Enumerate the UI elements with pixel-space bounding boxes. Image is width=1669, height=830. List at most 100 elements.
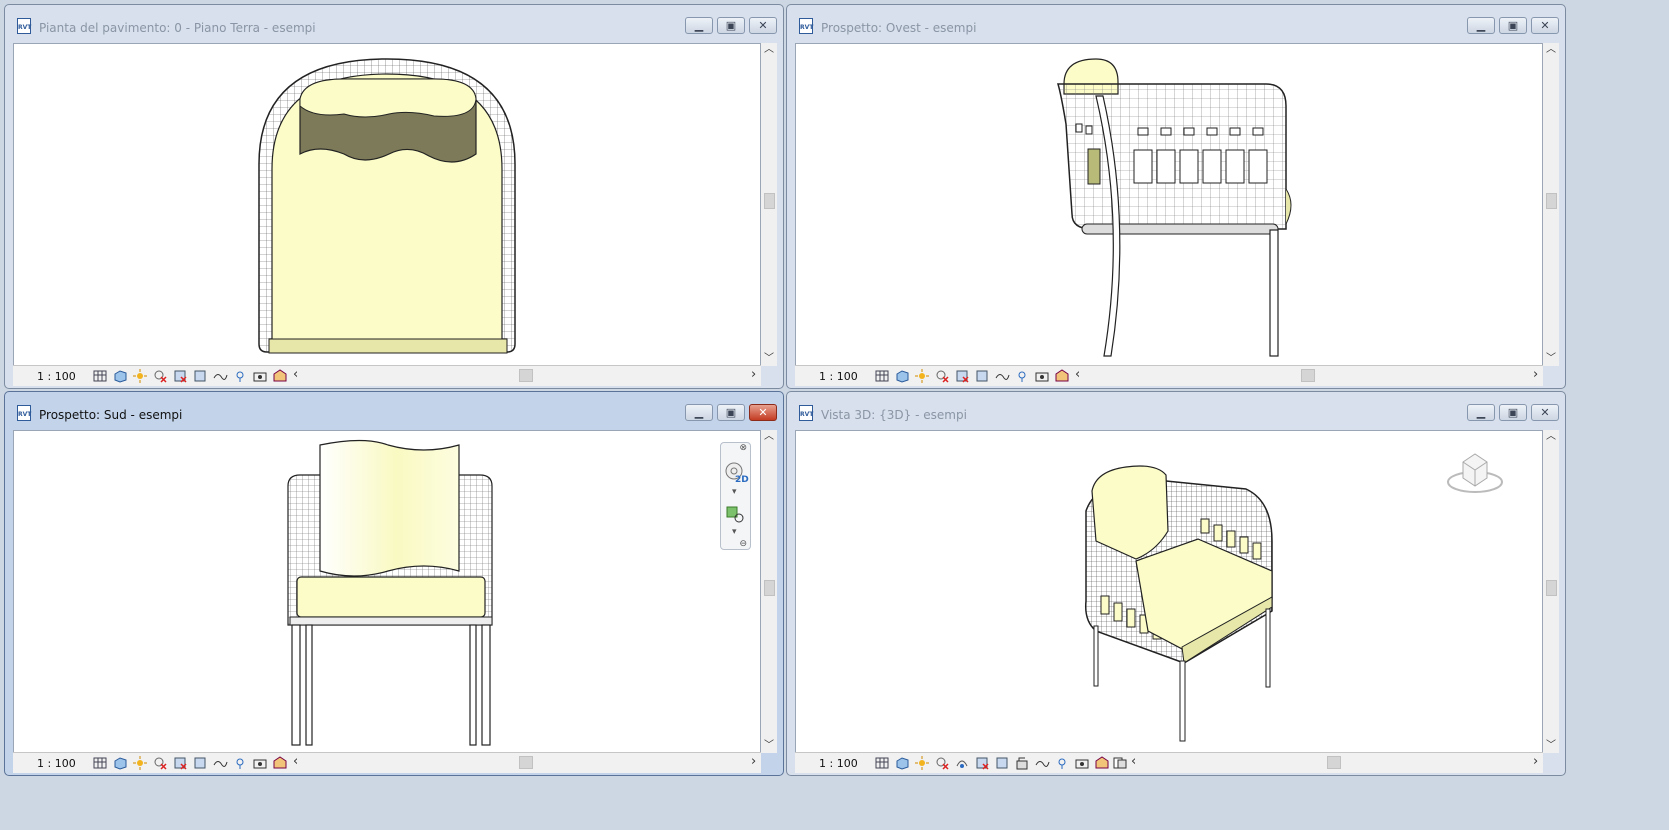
show-crop-icon[interactable] [975,369,990,383]
sun-path-icon[interactable] [915,756,930,770]
vertical-scrollbar[interactable]: ︿ ﹀ [761,43,777,366]
scroll-up-arrow[interactable]: ︿ [761,43,777,57]
viewcube-icon[interactable] [1445,442,1505,498]
lock-3d-icon[interactable] [1075,756,1090,770]
shadows-icon[interactable] [153,756,168,770]
visual-style-icon[interactable] [113,756,128,770]
show-crop-icon[interactable] [193,369,208,383]
horizontal-scroll-thumb[interactable] [1301,369,1315,382]
lock-3d-icon[interactable] [253,756,268,770]
sun-path-icon[interactable] [133,756,148,770]
scroll-up-arrow[interactable]: ︿ [1543,43,1559,57]
temporary-hide-icon[interactable] [1035,756,1050,770]
view-scale[interactable]: 1 : 100 [819,757,858,770]
lock-3d-icon[interactable] [253,369,268,383]
shadows-icon[interactable] [935,756,950,770]
scroll-right-arrow[interactable]: › [751,754,756,769]
scroll-down-arrow[interactable]: ﹀ [1543,739,1559,753]
crop-view-icon[interactable] [173,369,188,383]
reveal-hidden-icon[interactable] [233,756,248,770]
scroll-right-arrow[interactable]: › [1533,367,1538,382]
sun-path-icon[interactable] [915,369,930,383]
chevron-down-icon[interactable]: ▾ [732,527,737,537]
visual-style-icon[interactable] [895,756,910,770]
scroll-left-arrow[interactable]: ‹ [1075,367,1080,382]
visual-style-icon[interactable] [113,369,128,383]
scroll-thumb[interactable] [764,580,775,596]
view-window-south-elevation[interactable]: RVT Prospetto: Sud - esempi ▁ ▣ ✕ ⊗ 2D ▾… [4,391,784,776]
scroll-down-arrow[interactable]: ﹀ [761,352,777,366]
view-scale[interactable]: 1 : 100 [37,757,76,770]
drawing-canvas[interactable] [795,43,1543,366]
title-bar[interactable]: RVT Pianta del pavimento: 0 - Piano Terr… [5,5,783,39]
analytical-model-icon[interactable] [273,369,288,383]
scroll-down-arrow[interactable]: ﹀ [1543,352,1559,366]
crop-view-icon[interactable] [173,756,188,770]
sun-path-icon[interactable] [133,369,148,383]
scroll-left-arrow[interactable]: ‹ [293,754,298,769]
temporary-hide-icon[interactable] [213,756,228,770]
close-button[interactable]: ✕ [749,17,777,34]
scroll-left-arrow[interactable]: ‹ [293,367,298,382]
chevron-down-icon[interactable]: ▾ [732,487,737,497]
analytical-model-icon[interactable] [273,756,288,770]
close-button[interactable]: ✕ [749,404,777,421]
close-navbar-icon[interactable]: ⊗ [739,443,747,453]
view-scale[interactable]: 1 : 100 [819,370,858,383]
lock-3d-icon[interactable] [1035,369,1050,383]
navbar-options-icon[interactable]: ⊖ [739,539,747,549]
crop-view-icon[interactable] [955,369,970,383]
scroll-thumb[interactable] [1546,580,1557,596]
render-icon[interactable] [955,756,970,770]
unlocked-3d-icon[interactable] [1015,756,1030,770]
zoom-region-icon[interactable] [725,505,749,525]
reveal-hidden-icon[interactable] [233,369,248,383]
highlight-displacement-icon[interactable] [1113,756,1128,770]
temporary-hide-icon[interactable] [213,369,228,383]
minimize-button[interactable]: ▁ [685,17,713,34]
drawing-canvas[interactable] [795,430,1543,753]
restore-button[interactable]: ▣ [1499,17,1527,34]
scroll-thumb[interactable] [1546,193,1557,209]
shadows-icon[interactable] [935,369,950,383]
title-bar[interactable]: RVT Prospetto: Ovest - esempi ▁ ▣ ✕ [787,5,1565,39]
drawing-canvas[interactable] [13,430,761,753]
minimize-button[interactable]: ▁ [1467,404,1495,421]
horizontal-scroll-thumb[interactable] [1327,756,1341,769]
scroll-right-arrow[interactable]: › [751,367,756,382]
detail-level-icon[interactable] [875,369,890,383]
horizontal-scroll-thumb[interactable] [519,756,533,769]
detail-level-icon[interactable] [93,756,108,770]
detail-level-icon[interactable] [93,369,108,383]
title-bar[interactable]: RVT Vista 3D: {3D} - esempi ▁ ▣ ✕ [787,392,1565,426]
crop-view-icon[interactable] [975,756,990,770]
vertical-scrollbar[interactable]: ︿ ﹀ [1543,43,1559,366]
show-crop-icon[interactable] [995,756,1010,770]
show-crop-icon[interactable] [193,756,208,770]
reveal-hidden-icon[interactable] [1055,756,1070,770]
scroll-up-arrow[interactable]: ︿ [761,430,777,444]
title-bar[interactable]: RVT Prospetto: Sud - esempi ▁ ▣ ✕ [5,392,783,426]
scroll-thumb[interactable] [764,193,775,209]
view-window-west-elevation[interactable]: RVT Prospetto: Ovest - esempi ▁ ▣ ✕ ︿ ﹀ … [786,4,1566,389]
drawing-canvas[interactable] [13,43,761,366]
view-window-3d[interactable]: RVT Vista 3D: {3D} - esempi ▁ ▣ ✕ ︿ ﹀ 1 … [786,391,1566,776]
restore-button[interactable]: ▣ [1499,404,1527,421]
analytical-model-icon[interactable] [1055,369,1070,383]
scroll-up-arrow[interactable]: ︿ [1543,430,1559,444]
scroll-right-arrow[interactable]: › [1533,754,1538,769]
restore-button[interactable]: ▣ [717,17,745,34]
restore-button[interactable]: ▣ [717,404,745,421]
visual-style-icon[interactable] [895,369,910,383]
shadows-icon[interactable] [153,369,168,383]
navigation-bar[interactable]: ⊗ 2D ▾ ▾ ⊖ [720,442,751,550]
vertical-scrollbar[interactable]: ︿ ﹀ [761,430,777,753]
minimize-button[interactable]: ▁ [685,404,713,421]
detail-level-icon[interactable] [875,756,890,770]
horizontal-scroll-thumb[interactable] [519,369,533,382]
reveal-hidden-icon[interactable] [1015,369,1030,383]
temporary-hide-icon[interactable] [995,369,1010,383]
close-button[interactable]: ✕ [1531,404,1559,421]
scroll-down-arrow[interactable]: ﹀ [761,739,777,753]
vertical-scrollbar[interactable]: ︿ ﹀ [1543,430,1559,753]
